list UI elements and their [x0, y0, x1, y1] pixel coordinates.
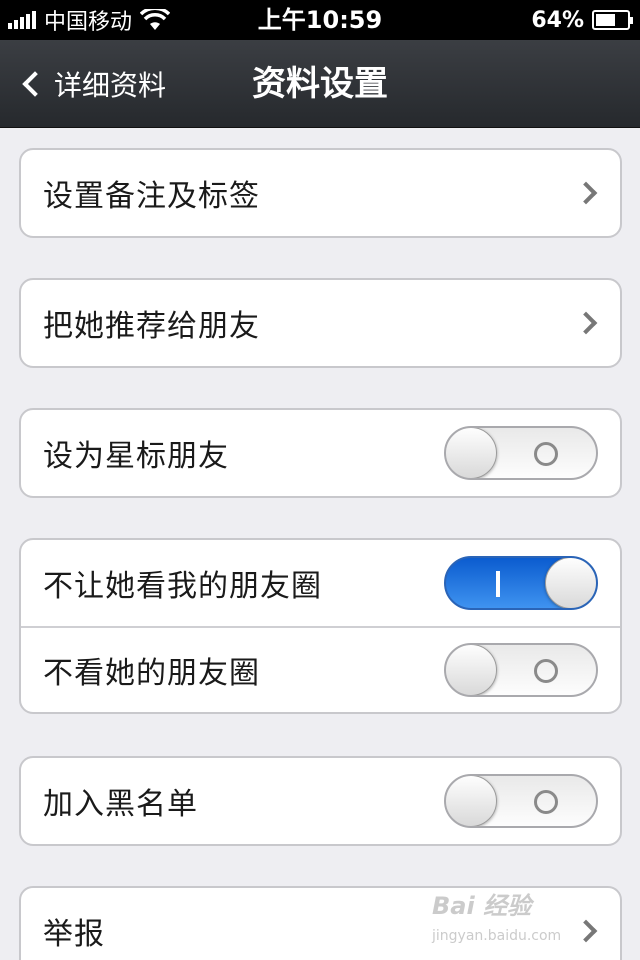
status-bar: 中国移动 上午10:59 64%	[0, 0, 640, 40]
navigation-bar: 详细资料 资料设置	[0, 40, 640, 128]
settings-group-moments: 不让她看我的朋友圈 不看她的朋友圈	[19, 538, 622, 714]
row-label: 把她推荐给朋友	[43, 309, 260, 344]
carrier-name: 中国移动	[44, 10, 133, 35]
wifi-icon	[140, 9, 171, 30]
off-mark-icon	[534, 790, 558, 814]
row-star-friend: 设为星标朋友	[21, 410, 620, 496]
off-mark-icon	[534, 659, 558, 683]
status-right: 64%	[531, 0, 633, 40]
battery-icon	[592, 10, 633, 30]
back-button[interactable]: 详细资料	[18, 40, 166, 128]
row-label: 设为星标朋友	[43, 439, 229, 474]
row-label: 举报	[43, 917, 105, 952]
toggle-knob	[446, 776, 497, 826]
battery-percent: 64%	[531, 7, 584, 33]
toggle-knob	[545, 558, 596, 608]
hide-her-moments-toggle[interactable]	[444, 643, 598, 697]
row-label: 加入黑名单	[43, 787, 198, 822]
chevron-left-icon	[22, 71, 48, 97]
settings-group-star: 设为星标朋友	[19, 408, 622, 498]
star-friend-toggle[interactable]	[444, 426, 598, 480]
chevron-right-icon	[574, 181, 598, 205]
row-set-remark-and-tags[interactable]: 设置备注及标签	[21, 150, 620, 236]
row-label: 不看她的朋友圈	[43, 656, 260, 691]
off-mark-icon	[534, 442, 558, 466]
on-mark-icon	[496, 571, 500, 597]
baidu-jingyan-watermark: Bai 经验 jingyan.baidu.com	[432, 886, 602, 956]
blacklist-toggle[interactable]	[444, 774, 598, 828]
settings-group-remark: 设置备注及标签	[19, 148, 622, 238]
settings-group-blacklist: 加入黑名单	[19, 756, 622, 846]
row-recommend-to-friend[interactable]: 把她推荐给朋友	[21, 280, 620, 366]
watermark-brand: Bai 经验	[432, 892, 532, 920]
status-left: 中国移动	[8, 0, 171, 40]
row-label: 不让她看我的朋友圈	[43, 569, 322, 604]
back-button-label: 详细资料	[54, 69, 167, 102]
row-hide-my-moments: 不让她看我的朋友圈	[21, 540, 620, 626]
signal-strength-icon	[8, 11, 36, 29]
settings-group-recommend: 把她推荐给朋友	[19, 278, 622, 368]
toggle-knob	[446, 428, 497, 478]
row-label: 设置备注及标签	[43, 179, 260, 214]
chevron-right-icon	[574, 311, 598, 335]
row-hide-her-moments: 不看她的朋友圈	[21, 626, 620, 712]
hide-my-moments-toggle[interactable]	[444, 556, 598, 610]
toggle-knob	[446, 645, 497, 695]
watermark-url: jingyan.baidu.com	[432, 928, 562, 944]
row-add-to-blacklist: 加入黑名单	[21, 758, 620, 844]
